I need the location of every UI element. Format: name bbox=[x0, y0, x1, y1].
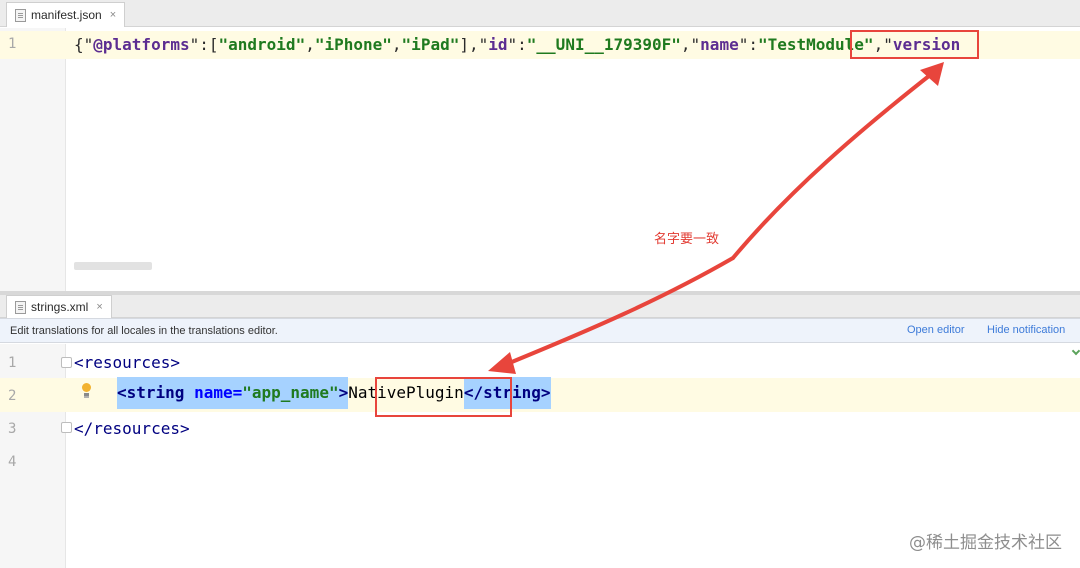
annotation-label: 名字要一致 bbox=[654, 232, 720, 247]
arrow-to-testmodule bbox=[731, 62, 944, 260]
annotation-arrows bbox=[488, 62, 944, 374]
watermark: @稀土掘金技术社区 bbox=[909, 533, 1062, 553]
arrow-to-nativeplugin bbox=[488, 256, 735, 374]
